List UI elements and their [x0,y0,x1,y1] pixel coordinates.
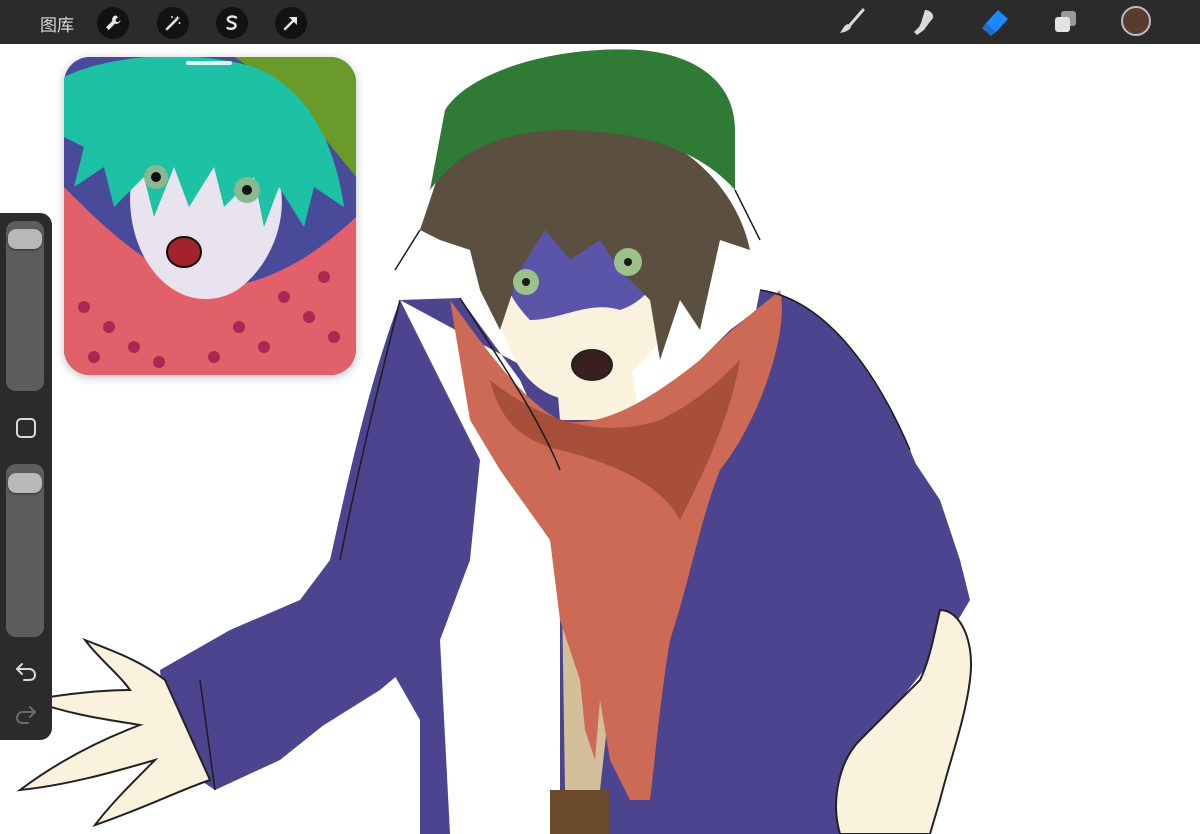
actions-wrench-button[interactable] [97,7,129,39]
selection-icon [226,15,238,31]
selection-button[interactable] [216,7,248,39]
reference-right-pupil [242,185,252,195]
left-pupil [522,278,530,286]
sidebar [0,213,52,740]
layers-button[interactable] [1049,6,1081,38]
reference-window[interactable] [64,57,356,375]
wrench-icon [106,15,121,30]
mouth [571,349,613,381]
opacity-thumb[interactable] [8,473,42,494]
transform-arrow-icon [283,17,297,31]
brush-size-thumb[interactable] [8,228,42,249]
reference-mouth [166,236,202,268]
redo-icon [15,706,36,724]
eraser-tool-button[interactable] [979,6,1011,38]
modify-square-icon [16,418,36,438]
belt [550,790,610,834]
gallery-button[interactable]: 图库 [40,11,74,36]
top-toolbar: 图库 [0,0,1200,44]
undo-button[interactable] [12,657,40,685]
brush-tool-button[interactable] [836,6,868,38]
smudge-icon [914,10,934,35]
eraser-icon [982,10,1008,36]
undo-icon [16,663,37,681]
transform-button[interactable] [275,7,307,39]
redo-button[interactable] [12,700,40,728]
reference-drag-handle[interactable] [186,61,232,65]
color-picker-button[interactable] [1121,6,1151,36]
reference-left-pupil [151,172,161,182]
reference-image [64,57,356,375]
magic-wand-icon [165,15,181,31]
brush-size-slider[interactable] [6,221,44,391]
modify-button[interactable] [12,414,40,442]
adjustments-button[interactable] [157,7,189,39]
right-pupil [624,258,632,266]
smudge-tool-button[interactable] [907,6,939,38]
brush-icon [840,8,865,33]
opacity-slider[interactable] [6,464,44,637]
layers-icon [1055,11,1076,32]
